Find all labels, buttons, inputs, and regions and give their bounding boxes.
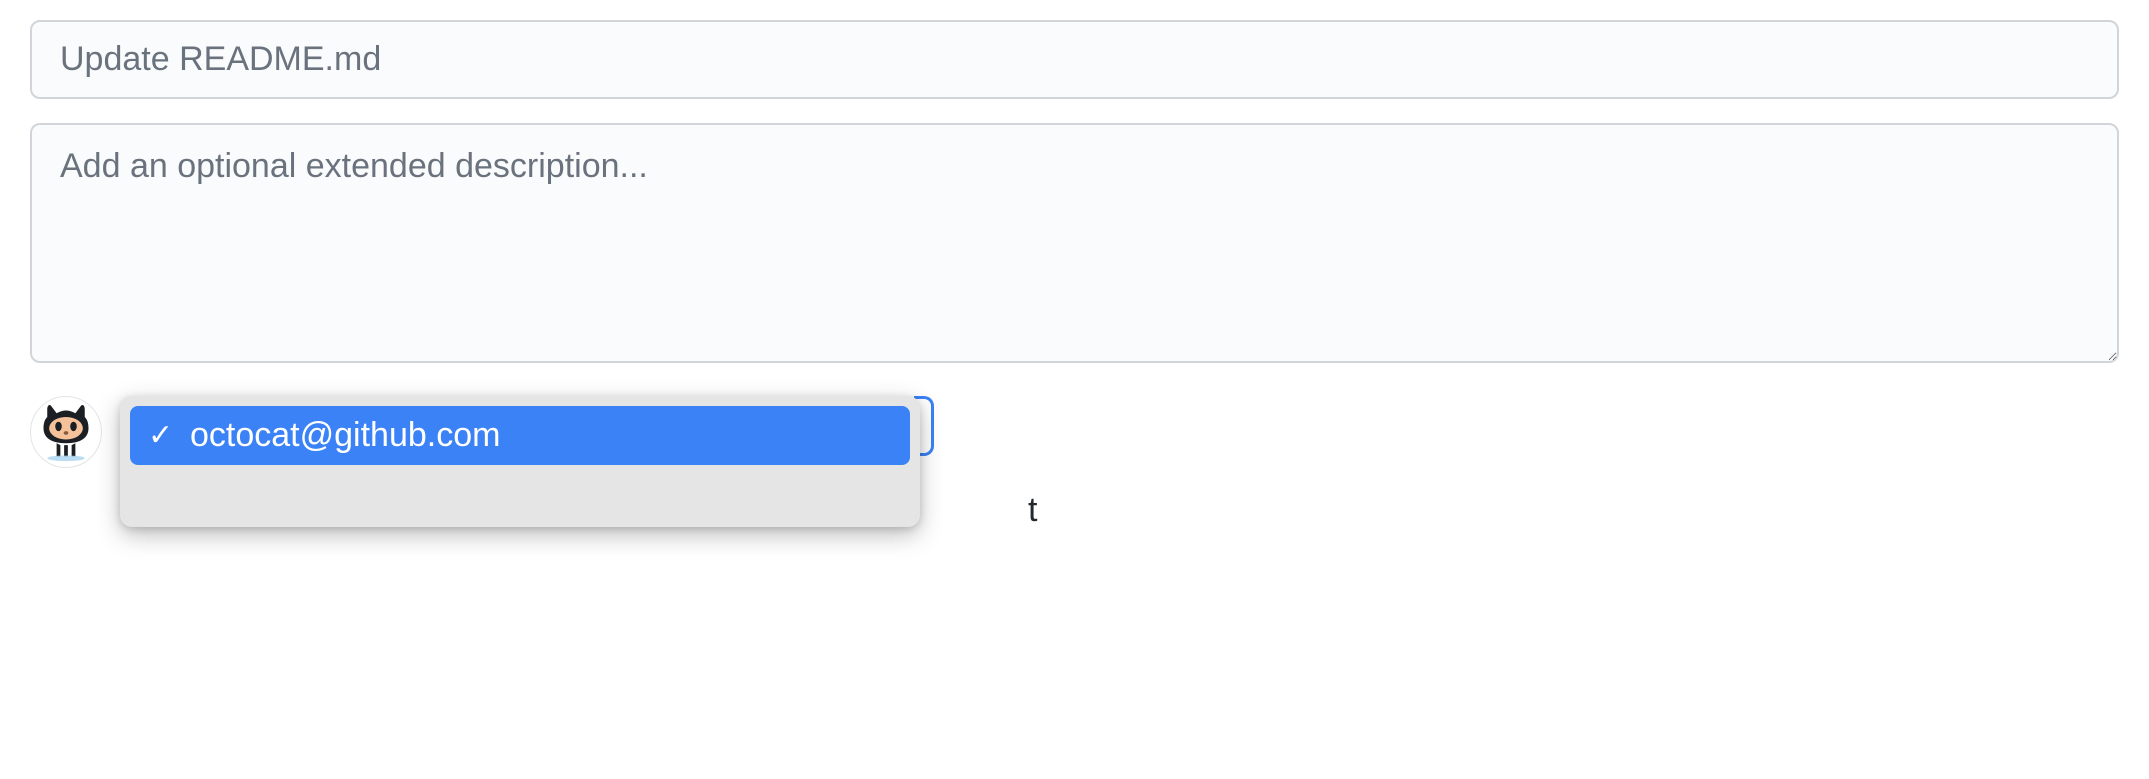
email-dropdown-container: ✓ octocat@github.com t (120, 396, 920, 527)
author-row: ✓ octocat@github.com t (30, 396, 2119, 527)
email-dropdown-item-label: octocat@github.com (190, 416, 500, 455)
dropdown-spacer (130, 465, 910, 517)
checkmark-icon: ✓ (148, 418, 172, 453)
email-dropdown-item[interactable]: ✓ octocat@github.com (130, 406, 910, 465)
commit-title-input[interactable] (30, 20, 2119, 99)
octocat-icon (36, 402, 96, 462)
avatar (30, 396, 102, 468)
commit-description-input[interactable] (30, 123, 2119, 363)
obscured-text-fragment: t (1028, 491, 1037, 530)
email-dropdown-menu: ✓ octocat@github.com (120, 396, 920, 527)
